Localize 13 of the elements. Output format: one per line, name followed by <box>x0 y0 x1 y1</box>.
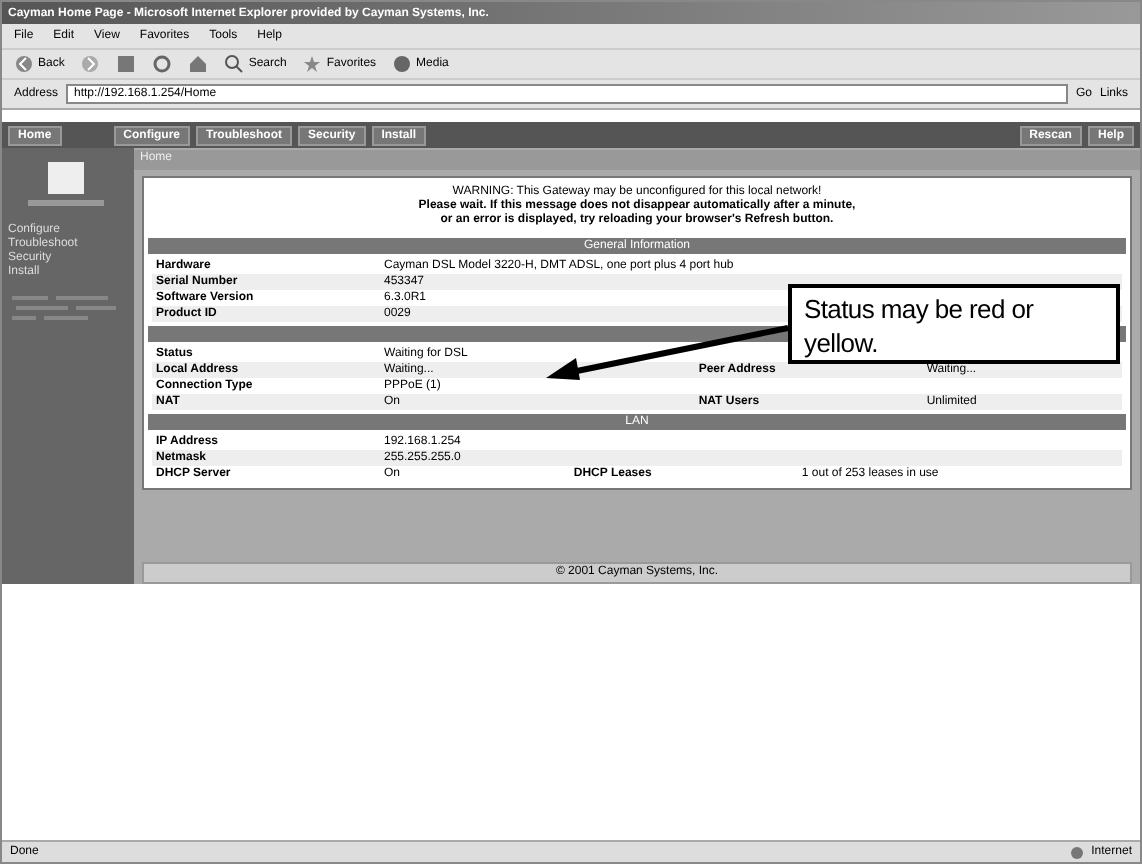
toolbar-button[interactable] <box>188 54 209 74</box>
toolbar-button[interactable] <box>116 54 137 74</box>
star-icon <box>302 54 323 74</box>
globe-icon <box>1069 845 1084 859</box>
toolbar-button[interactable] <box>152 54 173 74</box>
stop-icon <box>116 54 137 74</box>
toolbar-button[interactable] <box>80 54 101 74</box>
search-icon <box>224 54 245 74</box>
media-icon <box>392 54 413 74</box>
back-icon <box>14 54 34 74</box>
refresh-icon <box>152 54 173 74</box>
forward-icon <box>80 54 101 74</box>
home-icon <box>188 54 209 74</box>
